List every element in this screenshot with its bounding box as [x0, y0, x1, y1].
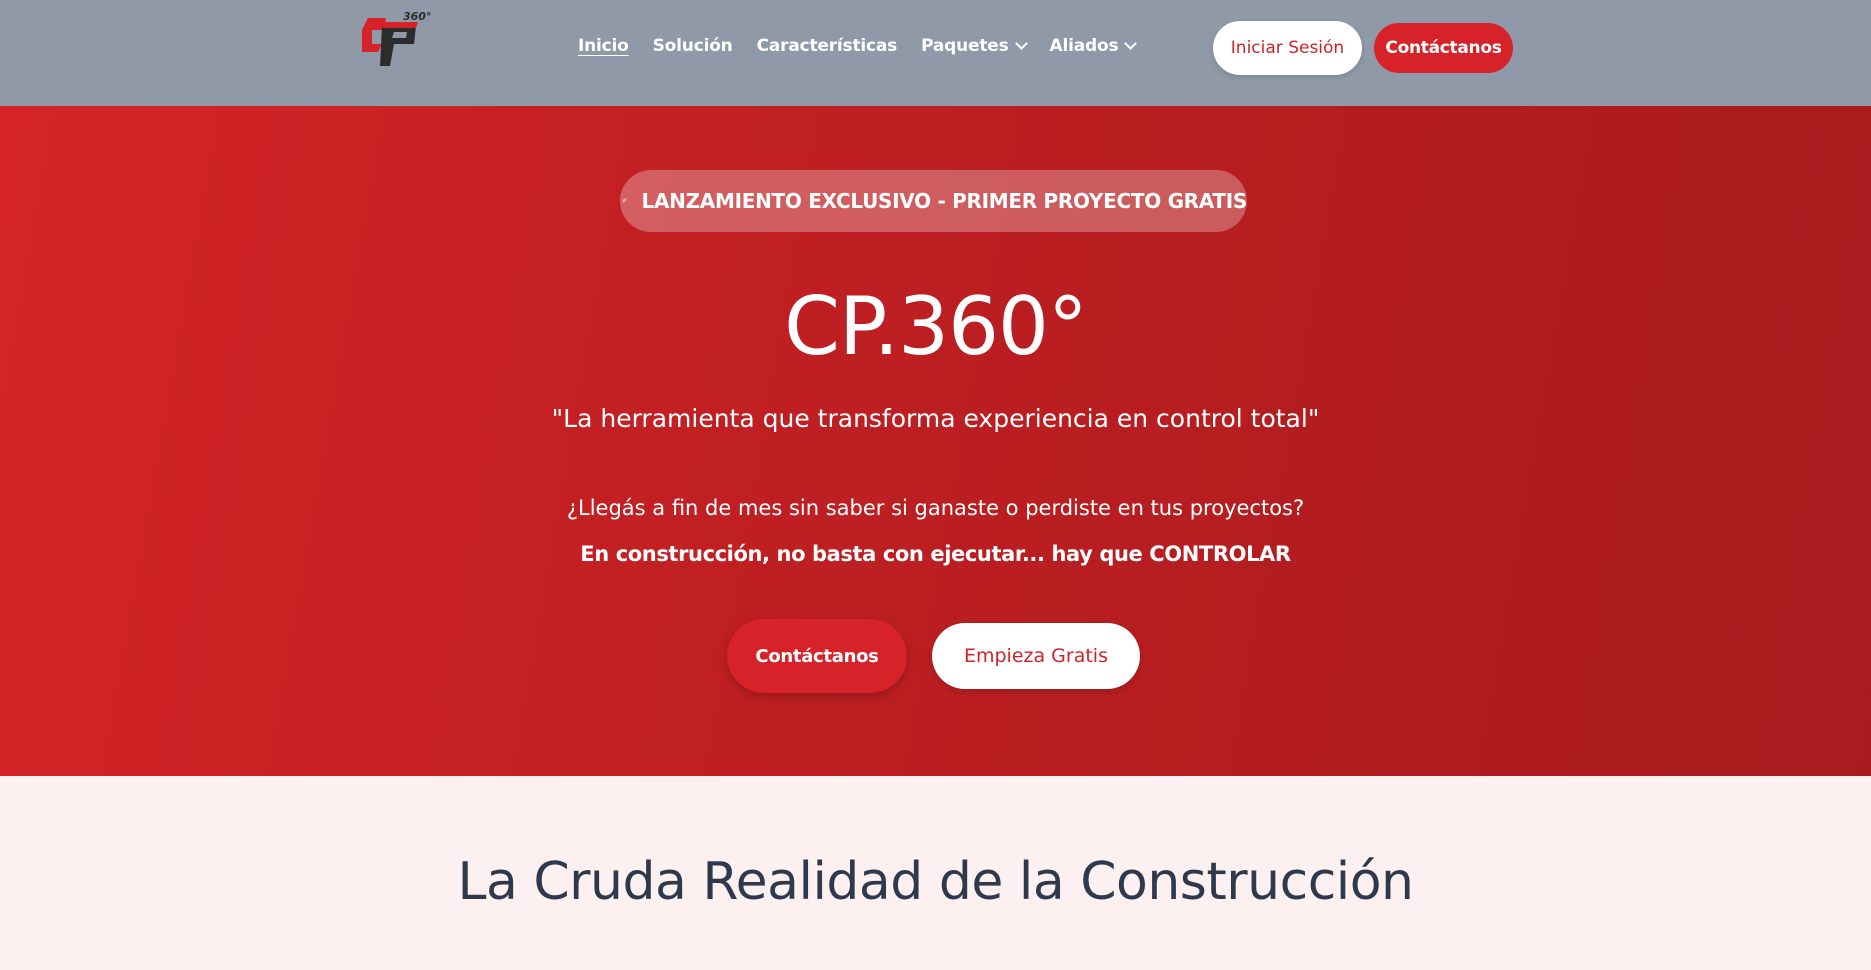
hero-title: CP.360°	[784, 280, 1088, 373]
section-title: La Cruda Realidad de la Construcción	[457, 852, 1414, 912]
hero-section: LANZAMIENTO EXCLUSIVO - PRIMER PROYECTO …	[0, 106, 1871, 776]
rocket-icon	[621, 198, 627, 204]
hero-contact-button[interactable]: Contáctanos	[727, 619, 907, 693]
start-free-button[interactable]: Empieza Gratis	[932, 623, 1140, 689]
cp-logo-icon: 360°	[362, 10, 431, 66]
nav-dropdown-aliados[interactable]: Aliados	[1049, 36, 1138, 56]
svg-text:360°: 360°	[403, 10, 431, 23]
hero-subtitle: "La herramienta que transforma experienc…	[551, 404, 1320, 433]
brand-logo[interactable]: 360°	[360, 8, 432, 72]
nav-link-label: Aliados	[1049, 36, 1119, 56]
nav-link-solucion[interactable]: Solución	[653, 36, 733, 56]
chevron-down-icon	[1014, 37, 1028, 50]
nav-link-caracteristicas[interactable]: Características	[757, 36, 898, 56]
chevron-down-icon	[1124, 37, 1138, 50]
nav-link-label: Características	[756, 36, 898, 56]
launch-badge: LANZAMIENTO EXCLUSIVO - PRIMER PROYECTO …	[620, 170, 1247, 232]
nav-link-label: Paquetes	[921, 36, 1009, 56]
nav-dropdown-paquetes[interactable]: Paquetes	[921, 36, 1028, 56]
navbar: 360° Inicio Solución Características Paq…	[0, 0, 1871, 106]
main-nav: Inicio Solución Características Paquetes…	[578, 36, 1138, 56]
contact-nav-button[interactable]: Contáctanos	[1374, 23, 1513, 73]
nav-link-label: Solución	[652, 36, 733, 56]
login-button[interactable]: Iniciar Sesión	[1213, 21, 1362, 75]
badge-text: LANZAMIENTO EXCLUSIVO - PRIMER PROYECTO …	[641, 189, 1248, 213]
nav-link-inicio[interactable]: Inicio	[578, 36, 629, 56]
nav-link-label: Inicio	[578, 36, 629, 56]
hero-question: ¿Llegás a fin de mes sin saber si ganast…	[566, 496, 1305, 520]
hero-emphasis: En construcción, no basta con ejecutar..…	[580, 542, 1291, 566]
